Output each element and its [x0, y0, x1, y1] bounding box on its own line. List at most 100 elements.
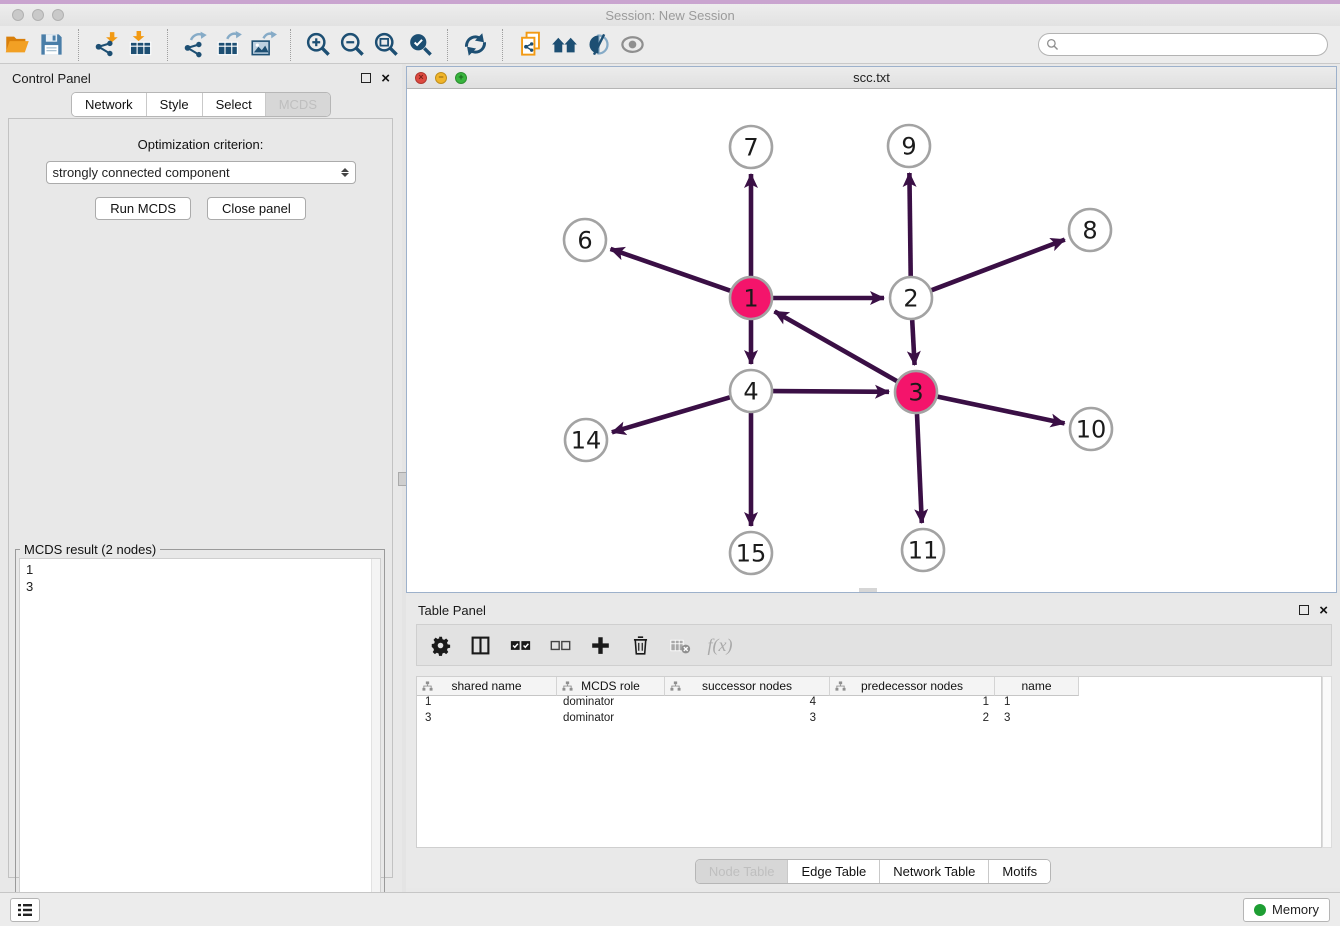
graph-node-7[interactable]: 7	[730, 126, 772, 168]
save-session-button[interactable]	[34, 29, 68, 61]
zoom-in-button[interactable]	[301, 29, 335, 61]
graph-node-9[interactable]: 9	[888, 125, 930, 167]
import-table-button[interactable]	[123, 29, 157, 61]
memory-button[interactable]: Memory	[1243, 898, 1330, 922]
select-all-rows-button[interactable]	[507, 632, 533, 658]
graph-node-14[interactable]: 14	[565, 419, 607, 461]
graph-node-15[interactable]: 15	[730, 532, 772, 574]
edge-2-3[interactable]	[912, 320, 914, 365]
table-panel-float-icon[interactable]	[1299, 605, 1309, 615]
edge-2-8[interactable]	[932, 240, 1065, 291]
edge-3-11[interactable]	[917, 414, 922, 523]
export-image-button[interactable]	[246, 29, 280, 61]
zoom-out-icon	[339, 31, 366, 58]
table-cell: dominator	[557, 712, 665, 728]
mcds-result-item[interactable]: 3	[26, 578, 380, 595]
export-network-button[interactable]	[178, 29, 212, 61]
toolbar-separator	[502, 29, 503, 61]
result-scrollbar[interactable]	[371, 559, 380, 920]
network-scroll-thumb[interactable]	[859, 588, 877, 592]
graph-node-10[interactable]: 10	[1070, 408, 1112, 450]
table-cell: 3	[995, 712, 1079, 728]
table-panel: Table Panel × f(x) shared nameMCDS roles…	[406, 596, 1340, 888]
close-panel-button[interactable]: Close panel	[207, 197, 306, 220]
app-title: Session: New Session	[0, 8, 1340, 23]
clone-network-button[interactable]	[513, 29, 547, 61]
network-maximize-button[interactable]: +	[455, 72, 467, 84]
edge-1-6[interactable]	[611, 249, 731, 291]
control-panel-float-icon[interactable]	[361, 73, 371, 83]
control-panel-close-icon[interactable]: ×	[381, 71, 390, 86]
first-neighbors-button[interactable]	[547, 29, 581, 61]
tab-motifs[interactable]: Motifs	[989, 860, 1050, 883]
search-icon	[1046, 38, 1059, 51]
tab-select[interactable]: Select	[203, 93, 266, 116]
tab-mcds[interactable]: MCDS	[266, 93, 330, 116]
search-input[interactable]	[1063, 38, 1327, 52]
tab-edge-table[interactable]: Edge Table	[788, 860, 880, 883]
hide-details-icon	[585, 31, 612, 58]
table-panel-close-icon[interactable]: ×	[1319, 603, 1328, 618]
edge-3-1[interactable]	[775, 311, 897, 381]
tab-network-table[interactable]: Network Table	[880, 860, 989, 883]
graph-node-1[interactable]: 1	[730, 277, 772, 319]
add-column-button[interactable]	[587, 632, 613, 658]
network-window-titlebar[interactable]: scc.txt × − +	[407, 67, 1336, 89]
graph-node-2[interactable]: 2	[890, 277, 932, 319]
edge-4-14[interactable]	[612, 397, 730, 432]
network-canvas[interactable]: 7 9 6 8 1 2 4 3 14 10 15 11	[407, 89, 1336, 592]
edge-4-3[interactable]	[773, 391, 889, 392]
export-table-button[interactable]	[212, 29, 246, 61]
zoom-selected-button[interactable]	[403, 29, 437, 61]
open-session-button[interactable]	[0, 29, 34, 61]
network-graph[interactable]: 7 9 6 8 1 2 4 3 14 10 15 11	[407, 89, 1336, 592]
memory-button-label: Memory	[1272, 902, 1319, 917]
zoom-out-button[interactable]	[335, 29, 369, 61]
zoom-fit-button[interactable]	[369, 29, 403, 61]
mcds-result-item[interactable]: 1	[26, 561, 380, 578]
function-builder-button[interactable]: f(x)	[707, 632, 733, 658]
node-table[interactable]: shared nameMCDS rolesuccessor nodesprede…	[416, 676, 1322, 848]
graph-node-3[interactable]: 3	[895, 371, 937, 413]
apply-layout-button[interactable]	[458, 29, 492, 61]
column-header-successor-nodes[interactable]: successor nodes	[665, 677, 830, 696]
function-builder-icon: f(x)	[708, 635, 733, 656]
mcds-result-list[interactable]: 13	[19, 558, 381, 921]
graph-node-4[interactable]: 4	[730, 370, 772, 412]
network-minimize-button[interactable]: −	[435, 72, 447, 84]
table-cell: 1	[417, 696, 557, 712]
import-network-button[interactable]	[89, 29, 123, 61]
graph-node-11[interactable]: 11	[902, 529, 944, 571]
graph-node-6[interactable]: 6	[564, 219, 606, 261]
column-header-name[interactable]: name	[995, 677, 1079, 696]
criterion-dropdown[interactable]: strongly connected component	[46, 161, 356, 184]
graph-node-8[interactable]: 8	[1069, 209, 1111, 251]
edge-2-9[interactable]	[909, 173, 910, 276]
table-cell: 3	[417, 712, 557, 728]
edge-3-10[interactable]	[938, 397, 1065, 424]
tab-style[interactable]: Style	[147, 93, 203, 116]
search-box[interactable]	[1038, 33, 1328, 56]
table-row[interactable]: 3dominator323	[417, 712, 1321, 728]
task-history-button[interactable]	[10, 898, 40, 922]
table-settings-button[interactable]	[427, 632, 453, 658]
column-header-predecessor-nodes[interactable]: predecessor nodes	[830, 677, 995, 696]
table-row[interactable]: 1dominator411	[417, 696, 1321, 712]
deselect-all-rows-button[interactable]	[547, 632, 573, 658]
hide-details-button[interactable]	[581, 29, 615, 61]
column-header-MCDS-role[interactable]: MCDS role	[557, 677, 665, 696]
delete-table-button[interactable]	[667, 632, 693, 658]
svg-text:14: 14	[571, 427, 602, 455]
tab-node-table[interactable]: Node Table	[696, 860, 789, 883]
toolbar-separator	[78, 29, 79, 61]
column-header-shared-name[interactable]: shared name	[417, 677, 557, 696]
run-mcds-button[interactable]: Run MCDS	[95, 197, 191, 220]
table-scrollbar[interactable]	[1322, 676, 1332, 848]
criterion-dropdown-value: strongly connected component	[53, 165, 341, 180]
tab-network[interactable]: Network	[72, 93, 147, 116]
network-close-button[interactable]: ×	[415, 72, 427, 84]
toolbar-separator	[290, 29, 291, 61]
show-details-button[interactable]	[615, 29, 649, 61]
show-columns-button[interactable]	[467, 632, 493, 658]
delete-column-button[interactable]	[627, 632, 653, 658]
